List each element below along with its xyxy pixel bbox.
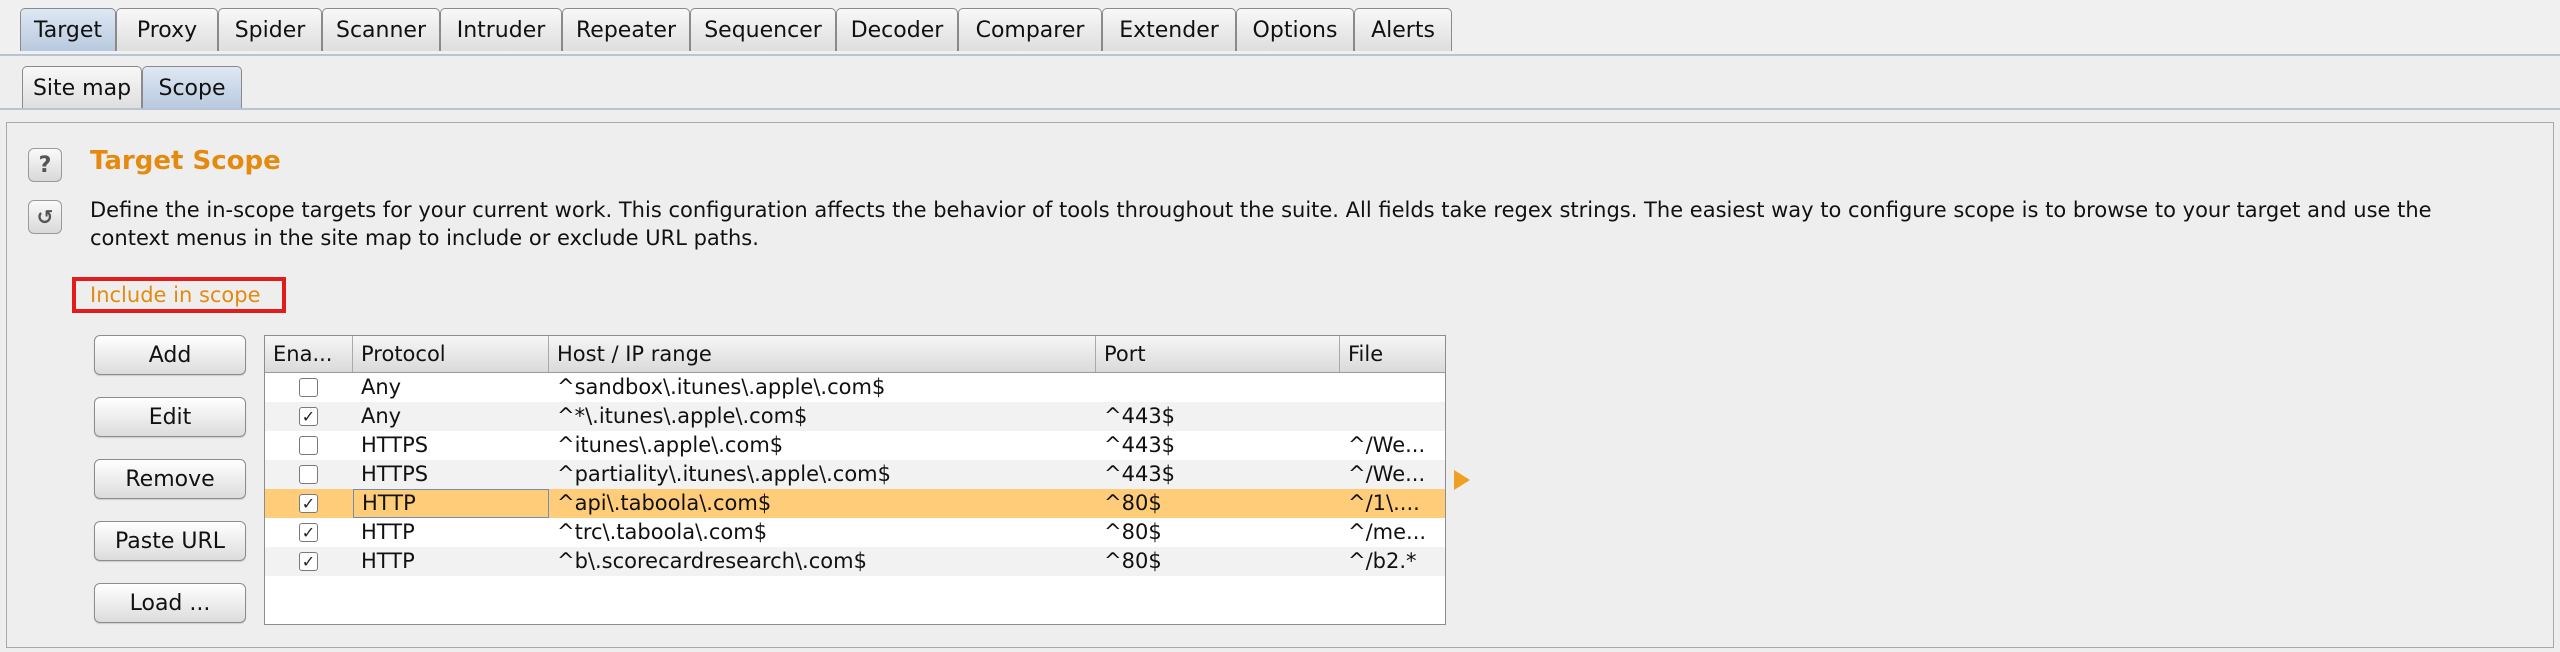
remove-button[interactable]: Remove bbox=[94, 459, 246, 499]
column-host[interactable]: Host / IP range bbox=[549, 336, 1096, 372]
sub-tab-bar: Site map Scope bbox=[0, 56, 2560, 111]
tab-proxy[interactable]: Proxy bbox=[116, 8, 218, 51]
column-enabled[interactable]: Ena... bbox=[265, 336, 353, 372]
table-row[interactable]: HTTPS ^partiality\.itunes\.apple\.com$ ^… bbox=[265, 460, 1445, 489]
row-file: ^/b2.* bbox=[1348, 549, 1417, 573]
row-host: ^partiality\.itunes\.apple\.com$ bbox=[557, 462, 891, 486]
tab-intruder[interactable]: Intruder bbox=[440, 8, 562, 51]
tab-spider[interactable]: Spider bbox=[218, 8, 322, 51]
row-protocol: HTTPS bbox=[361, 462, 429, 486]
load-button[interactable]: Load ... bbox=[94, 583, 246, 623]
include-in-scope-label: Include in scope bbox=[72, 277, 286, 313]
tab-scanner[interactable]: Scanner bbox=[322, 8, 440, 51]
row-file bbox=[1340, 373, 1445, 402]
section-description: Define the in-scope targets for your cur… bbox=[90, 198, 2432, 250]
row-host: ^itunes\.apple\.com$ bbox=[557, 433, 784, 457]
include-scope-table[interactable]: Ena... Protocol Host / IP range Port Fil… bbox=[264, 335, 1446, 625]
add-button[interactable]: Add bbox=[94, 335, 246, 375]
tab-sequencer[interactable]: Sequencer bbox=[690, 8, 836, 51]
row-port: ^80$ bbox=[1104, 491, 1162, 515]
table-row[interactable]: Any ^sandbox\.itunes\.apple\.com$ bbox=[265, 373, 1445, 402]
row-protocol: Any bbox=[361, 375, 402, 399]
row-host: ^api\.taboola\.com$ bbox=[557, 491, 772, 515]
row-file: ^/We... bbox=[1348, 433, 1426, 457]
tab-extender[interactable]: Extender bbox=[1102, 8, 1236, 51]
refresh-icon[interactable]: ↺ bbox=[28, 200, 62, 234]
row-protocol: HTTP bbox=[361, 549, 415, 573]
tab-site-map[interactable]: Site map bbox=[22, 66, 142, 109]
table-row[interactable]: HTTPS ^itunes\.apple\.com$ ^443$ ^/We... bbox=[265, 431, 1445, 460]
row-enabled-checkbox[interactable] bbox=[299, 436, 318, 455]
main-tab-bar: Target Proxy Spider Scanner Intruder Rep… bbox=[0, 0, 2560, 56]
row-port: ^443$ bbox=[1104, 404, 1176, 428]
row-host: ^b\.scorecardresearch\.com$ bbox=[557, 549, 867, 573]
table-row[interactable]: ✓ HTTP ^b\.scorecardresearch\.com$ ^80$ … bbox=[265, 547, 1445, 576]
expand-arrow-icon[interactable] bbox=[1454, 470, 1470, 490]
sub-tab-divider bbox=[0, 108, 2560, 110]
table-row[interactable]: ✓ Any ^*\.itunes\.apple\.com$ ^443$ bbox=[265, 402, 1445, 431]
column-protocol[interactable]: Protocol bbox=[353, 336, 549, 372]
table-row-selected[interactable]: ✓ HTTP ^api\.taboola\.com$ ^80$ ^/1\.... bbox=[265, 489, 1445, 518]
edit-button[interactable]: Edit bbox=[94, 397, 246, 437]
row-host: ^*\.itunes\.apple\.com$ bbox=[557, 404, 808, 428]
column-file[interactable]: File bbox=[1340, 336, 1445, 372]
row-file: ^/1\.... bbox=[1348, 491, 1420, 515]
row-host: ^sandbox\.itunes\.apple\.com$ bbox=[557, 375, 886, 399]
column-port[interactable]: Port bbox=[1096, 336, 1340, 372]
section-title: Target Scope bbox=[90, 146, 281, 176]
tab-scope[interactable]: Scope bbox=[142, 66, 242, 109]
tab-comparer[interactable]: Comparer bbox=[958, 8, 1102, 51]
table-header: Ena... Protocol Host / IP range Port Fil… bbox=[265, 336, 1445, 373]
row-file bbox=[1340, 402, 1445, 431]
row-port: ^443$ bbox=[1104, 462, 1176, 486]
row-enabled-checkbox[interactable]: ✓ bbox=[299, 523, 318, 542]
row-file: ^/me... bbox=[1348, 520, 1427, 544]
help-icon[interactable]: ? bbox=[28, 148, 62, 182]
tab-options[interactable]: Options bbox=[1236, 8, 1354, 51]
row-protocol: Any bbox=[361, 404, 402, 428]
row-host: ^trc\.taboola\.com$ bbox=[557, 520, 768, 544]
row-enabled-checkbox[interactable] bbox=[299, 378, 318, 397]
tab-repeater[interactable]: Repeater bbox=[562, 8, 690, 51]
paste-url-button[interactable]: Paste URL bbox=[94, 521, 246, 561]
row-port: ^80$ bbox=[1104, 549, 1162, 573]
row-port: ^80$ bbox=[1104, 520, 1162, 544]
row-enabled-checkbox[interactable]: ✓ bbox=[299, 407, 318, 426]
row-file: ^/We... bbox=[1348, 462, 1426, 486]
row-enabled-checkbox[interactable]: ✓ bbox=[299, 552, 318, 571]
tab-target[interactable]: Target bbox=[20, 8, 116, 51]
row-protocol: HTTPS bbox=[361, 433, 429, 457]
row-enabled-checkbox[interactable] bbox=[299, 465, 318, 484]
row-port bbox=[1096, 373, 1340, 402]
row-protocol: HTTP bbox=[361, 520, 415, 544]
tab-decoder[interactable]: Decoder bbox=[836, 8, 958, 51]
row-protocol[interactable]: HTTP bbox=[353, 489, 549, 518]
tab-alerts[interactable]: Alerts bbox=[1354, 8, 1452, 51]
row-enabled-checkbox[interactable]: ✓ bbox=[299, 494, 318, 513]
table-row[interactable]: ✓ HTTP ^trc\.taboola\.com$ ^80$ ^/me... bbox=[265, 518, 1445, 547]
row-port: ^443$ bbox=[1104, 433, 1176, 457]
